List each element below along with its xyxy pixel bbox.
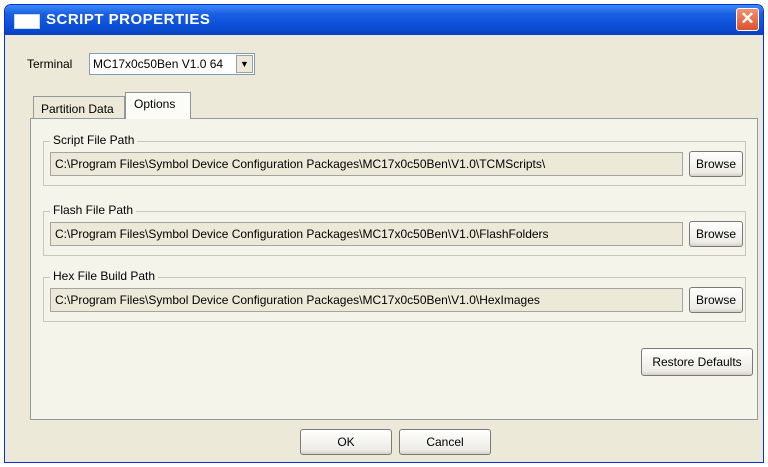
script-properties-dialog: SCRIPT PROPERTIES ✕ Terminal MC17x0c50Be… [4,4,764,463]
script-browse-button[interactable]: Browse [689,151,743,177]
chevron-down-icon[interactable]: ▼ [236,55,253,73]
flash-file-path-field[interactable]: C:\Program Files\Symbol Device Configura… [50,222,683,246]
hex-build-path-label: Hex File Build Path [50,269,159,283]
window-icon [14,14,40,29]
ok-button[interactable]: OK [300,429,392,455]
options-panel: Script File Path C:\Program Files\Symbol… [30,118,758,420]
hex-build-path-field[interactable]: C:\Program Files\Symbol Device Configura… [50,288,683,312]
terminal-select[interactable]: MC17x0c50Ben V1.0 64 ▼ [89,53,255,75]
tab-options[interactable]: Options [125,92,191,119]
title-bar[interactable]: SCRIPT PROPERTIES ✕ [5,5,763,35]
terminal-value: MC17x0c50Ben V1.0 64 [93,57,224,71]
cancel-button[interactable]: Cancel [399,429,491,455]
restore-defaults-button[interactable]: Restore Defaults [641,348,753,376]
flash-file-path-group: Flash File Path C:\Program Files\Symbol … [43,203,746,256]
script-file-path-group: Script File Path C:\Program Files\Symbol… [43,133,746,186]
close-icon[interactable]: ✕ [736,8,759,31]
tab-partition-data[interactable]: Partition Data [33,96,125,118]
flash-browse-button[interactable]: Browse [689,221,743,247]
script-file-path-label: Script File Path [50,133,138,147]
flash-file-path-label: Flash File Path [50,203,137,217]
script-file-path-field[interactable]: C:\Program Files\Symbol Device Configura… [50,152,683,176]
terminal-label: Terminal [27,57,73,71]
window-title: SCRIPT PROPERTIES [46,11,211,28]
hex-browse-button[interactable]: Browse [689,287,743,313]
hex-build-path-group: Hex File Build Path C:\Program Files\Sym… [43,269,746,322]
